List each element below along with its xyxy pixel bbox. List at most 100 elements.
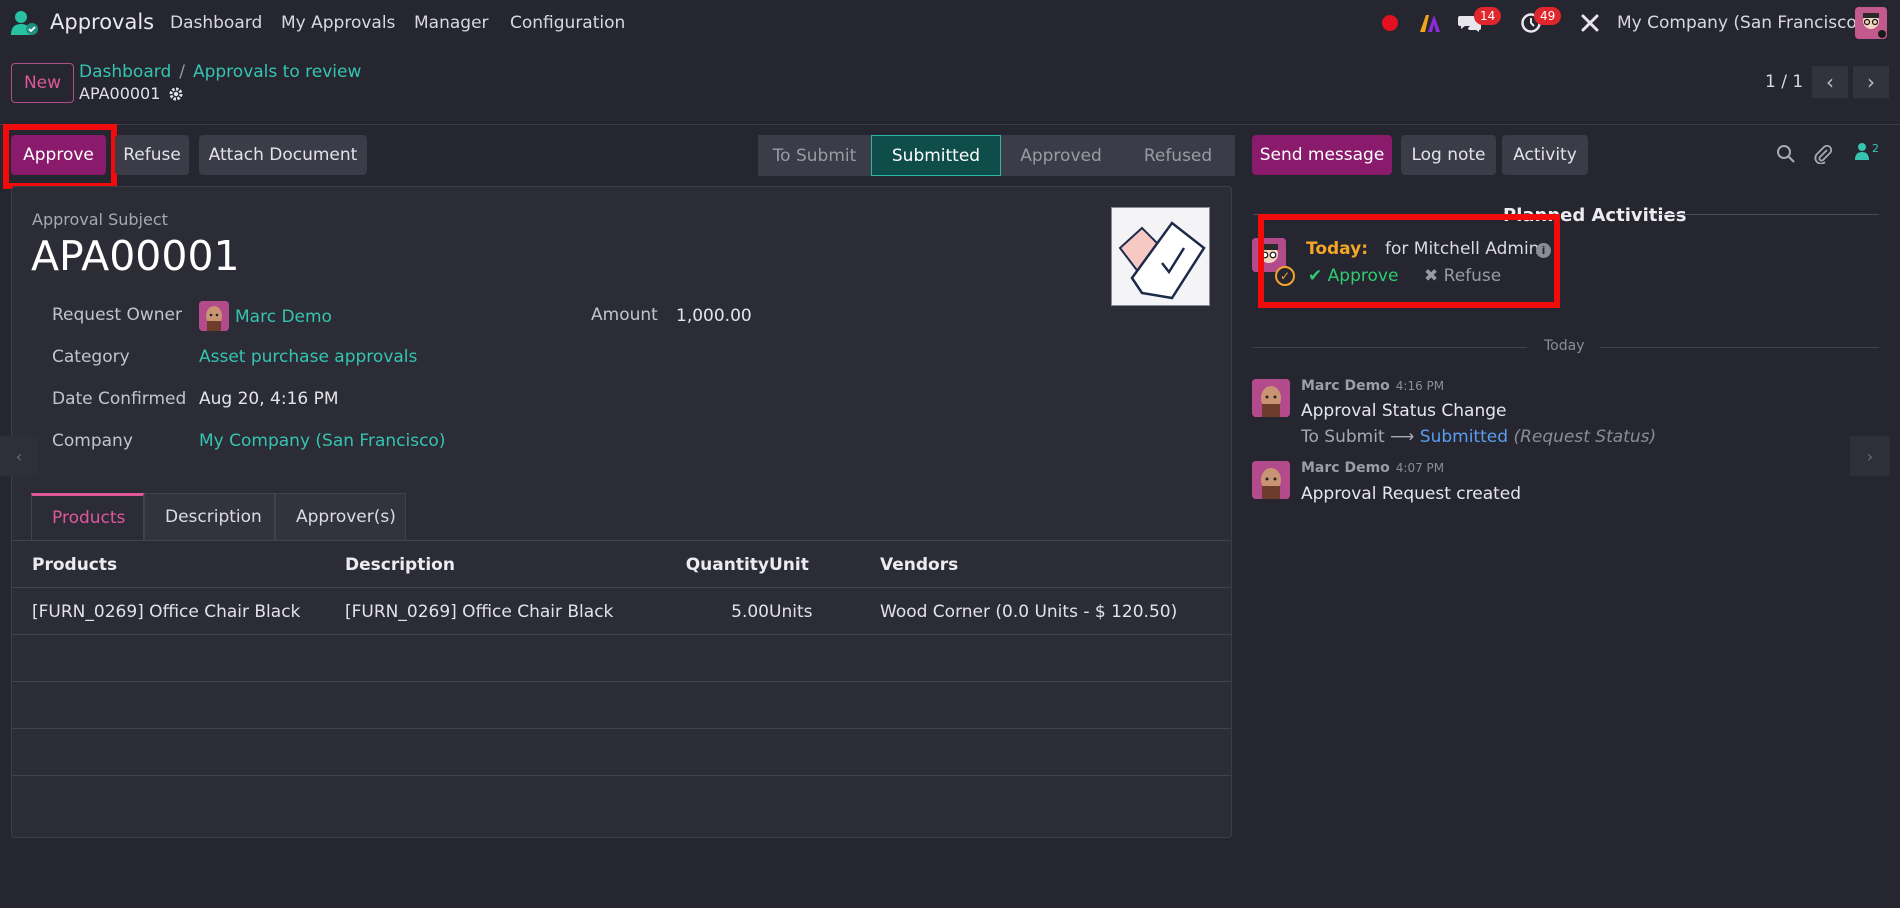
- record-ref: APA00001: [79, 84, 161, 103]
- tracking-value: To Submit ⟶ Submitted (Request Status): [1301, 427, 1656, 447]
- planned-divider-right: [1655, 214, 1879, 215]
- empty-table-row: [12, 635, 1231, 682]
- date-separator: Today: [1544, 338, 1585, 354]
- chevron-right-icon: ›: [1867, 70, 1875, 94]
- folder-check-icon: [1118, 221, 1206, 300]
- message-author[interactable]: Marc Demo 4:16 PM: [1301, 378, 1444, 394]
- date-divider-left: [1252, 347, 1527, 348]
- amount-value[interactable]: 1,000.00: [676, 306, 752, 326]
- new-button[interactable]: New: [11, 63, 74, 103]
- stage-submitted[interactable]: Submitted: [871, 135, 1001, 176]
- refuse-button[interactable]: Refuse: [115, 135, 189, 175]
- user-avatar[interactable]: [1855, 7, 1887, 39]
- approvals-app-icon[interactable]: [8, 9, 40, 37]
- table-row[interactable]: [FURN_0269] Office Chair Black [FURN_026…: [12, 588, 1231, 635]
- activity-due: Today:: [1306, 239, 1369, 259]
- column-header-quantity[interactable]: Quantity: [662, 555, 769, 575]
- column-header-unit[interactable]: Unit: [769, 555, 809, 575]
- message-time: 4:07 PM: [1395, 461, 1445, 475]
- paperclip-icon[interactable]: [1813, 144, 1833, 169]
- messages-badge: 14: [1474, 7, 1502, 25]
- breadcrumb-approvals-to-review[interactable]: Approvals to review: [193, 62, 361, 82]
- log-note-button[interactable]: Log note: [1401, 135, 1496, 175]
- message-author-avatar[interactable]: [1252, 379, 1290, 417]
- chevron-left-icon: ‹: [1826, 70, 1834, 94]
- cell-vendors: Wood Corner (0.0 Units - $ 120.50): [880, 602, 1178, 622]
- check-icon: ✔: [1308, 266, 1328, 286]
- cell-description: [FURN_0269] Office Chair Black: [345, 602, 614, 622]
- stage-approved[interactable]: Approved: [1001, 135, 1121, 176]
- gear-icon[interactable]: [168, 86, 184, 102]
- notebook-tabs: Products Description Approver(s): [31, 493, 406, 541]
- top-navbar: Approvals Dashboard My Approvals Manager…: [0, 0, 1900, 46]
- search-icon[interactable]: [1776, 144, 1796, 169]
- column-header-products[interactable]: Products: [32, 555, 117, 575]
- breadcrumb-dashboard[interactable]: Dashboard: [79, 62, 171, 82]
- next-record-arrow[interactable]: ›: [1850, 436, 1890, 476]
- products-table: Products Description Quantity Unit Vendo…: [12, 541, 1231, 823]
- company-switcher[interactable]: My Company (San Francisco): [1617, 13, 1863, 33]
- followers-count: 2: [1872, 142, 1879, 155]
- category-link[interactable]: Asset purchase approvals: [199, 347, 417, 367]
- arrow-right-icon: ⟶: [1390, 427, 1420, 447]
- activity-button[interactable]: Activity: [1502, 135, 1588, 175]
- debug-tools-icon[interactable]: [1579, 11, 1601, 35]
- empty-table-row: [12, 682, 1231, 729]
- menu-my-approvals[interactable]: My Approvals: [281, 13, 395, 33]
- send-message-button[interactable]: Send message: [1252, 135, 1392, 175]
- tab-products[interactable]: Products: [31, 493, 144, 541]
- message-body: Approval Status Change: [1301, 401, 1507, 421]
- date-confirmed-value: Aug 20, 4:16 PM: [199, 389, 339, 409]
- request-owner-link[interactable]: Marc Demo: [235, 307, 332, 327]
- pager-value[interactable]: 1 / 1: [1765, 72, 1803, 92]
- message-author[interactable]: Marc Demo 4:07 PM: [1301, 460, 1444, 476]
- company-link[interactable]: My Company (San Francisco): [199, 431, 445, 451]
- message-author-avatar[interactable]: [1252, 461, 1290, 499]
- menu-manager[interactable]: Manager: [414, 13, 489, 33]
- owner-avatar[interactable]: [199, 301, 229, 331]
- tracking-field-name: (Request Status): [1513, 427, 1657, 447]
- previous-record-arrow[interactable]: ‹: [0, 436, 38, 476]
- cell-product: [FURN_0269] Office Chair Black: [32, 602, 301, 622]
- status-bar: To Submit Submitted Approved Refused: [758, 135, 1235, 176]
- attach-document-button[interactable]: Attach Document: [199, 135, 367, 175]
- activity-refuse-link[interactable]: ✖ Refuse: [1424, 266, 1501, 286]
- column-header-description[interactable]: Description: [345, 555, 455, 575]
- menu-configuration[interactable]: Configuration: [510, 13, 625, 33]
- tab-approvers[interactable]: Approver(s): [275, 493, 406, 541]
- current-record-breadcrumb: APA00001: [79, 84, 184, 103]
- record-indicator-icon[interactable]: [1381, 11, 1399, 35]
- menu-dashboard[interactable]: Dashboard: [170, 13, 262, 33]
- activity-check-icon: ✓: [1275, 266, 1295, 286]
- pager-previous-button[interactable]: ‹: [1812, 66, 1848, 98]
- activities-badge: 49: [1534, 7, 1562, 25]
- app-name[interactable]: Approvals: [50, 10, 154, 34]
- empty-table-row: [12, 729, 1231, 776]
- cell-quantity: 5.00: [731, 602, 769, 622]
- followers-icon[interactable]: 2: [1855, 142, 1879, 160]
- activity-refuse-label: Refuse: [1443, 266, 1502, 286]
- approve-button[interactable]: Approve: [11, 135, 106, 175]
- pager-next-button[interactable]: ›: [1853, 66, 1889, 98]
- approval-subject-label: Approval Subject: [32, 210, 168, 229]
- info-icon[interactable]: i: [1536, 243, 1551, 258]
- stage-refused[interactable]: Refused: [1121, 135, 1235, 176]
- column-header-vendors[interactable]: Vendors: [880, 555, 958, 575]
- date-divider-right: [1600, 347, 1879, 348]
- chevron-left-icon: ‹: [15, 446, 23, 466]
- breadcrumb: Dashboard / Approvals to review: [79, 62, 361, 82]
- stage-to-submit[interactable]: To Submit: [758, 135, 871, 176]
- message-time: 4:16 PM: [1395, 379, 1445, 393]
- planned-activities-title[interactable]: Planned Activities: [1503, 205, 1686, 226]
- cell-unit: Units: [769, 602, 813, 622]
- ai-icon[interactable]: [1418, 11, 1442, 35]
- tab-description[interactable]: Description: [144, 493, 275, 541]
- record-image[interactable]: [1111, 207, 1210, 306]
- amount-label: Amount: [591, 305, 658, 325]
- message-author-name: Marc Demo: [1301, 378, 1390, 394]
- activity-approve-link[interactable]: ✔ Approve: [1308, 266, 1398, 286]
- planned-divider-left: [1253, 214, 1488, 215]
- control-panel-divider: [0, 124, 1900, 125]
- approval-subject-title[interactable]: APA00001: [31, 232, 240, 280]
- activity-assignee: for Mitchell Admin: [1385, 239, 1540, 259]
